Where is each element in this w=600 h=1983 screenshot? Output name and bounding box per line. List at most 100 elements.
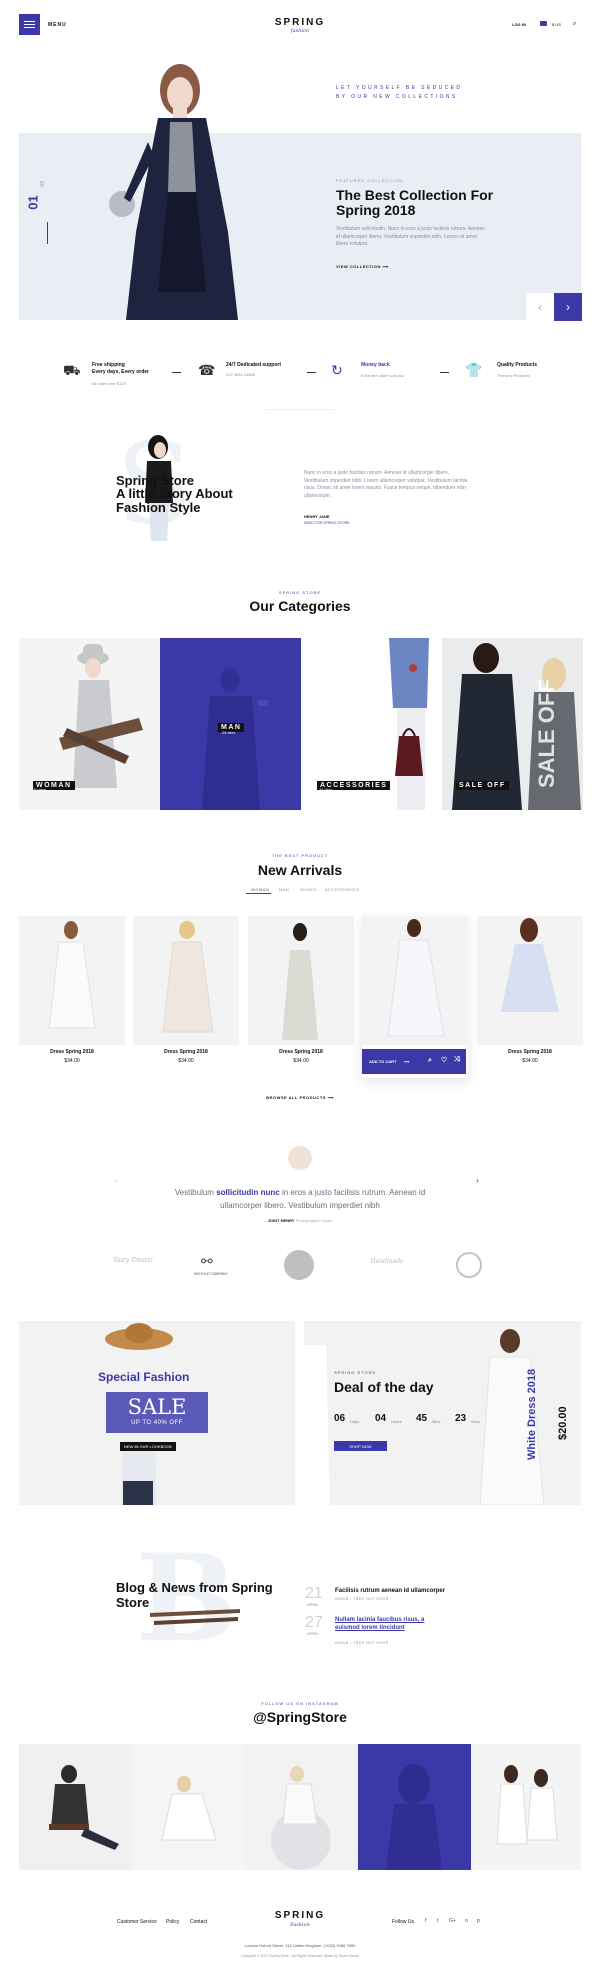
search-icon[interactable]: ⌕ bbox=[573, 21, 576, 28]
google-plus-icon[interactable]: G+ bbox=[449, 1918, 456, 1924]
instagram-handle[interactable]: @SpringStore bbox=[0, 1709, 600, 1725]
tab-man[interactable]: MAN bbox=[279, 887, 289, 892]
tab-accessories[interactable]: ACCESSORIES bbox=[325, 887, 359, 892]
browse-all-link[interactable]: BROWSE ALL PRODUCTS ⟶ bbox=[0, 1095, 600, 1100]
footer-link-policy[interactable]: Policy bbox=[166, 1919, 179, 1925]
footer-logo[interactable]: SPRING bbox=[250, 1910, 350, 1921]
currency-selector[interactable]: $ US bbox=[552, 22, 561, 27]
add-to-cart-button[interactable]: ADD TO CART ⟶ ⌕ ♡ ⤨ bbox=[362, 1049, 466, 1074]
feature-title: 24/7 Dedicated support bbox=[226, 362, 282, 368]
countdown-days-unit: Days bbox=[350, 1419, 360, 1424]
instagram-icon[interactable]: o bbox=[465, 1918, 468, 1924]
about-text: Nunc in eros a justo facilisis rutrum. A… bbox=[304, 470, 468, 499]
slide-indicator-line bbox=[47, 222, 48, 244]
post-day: 21 bbox=[305, 1585, 323, 1602]
product-price: $34.00 bbox=[178, 1058, 194, 1064]
category-count: 25 Item bbox=[222, 730, 236, 735]
footer-address: London Oxford Street, 012 United Kingdom… bbox=[244, 1943, 356, 1948]
heart-icon[interactable]: ♡ bbox=[441, 1056, 447, 1064]
product-price: $34.00 bbox=[293, 1058, 309, 1064]
compare-icon[interactable]: ⤨ bbox=[454, 1056, 460, 1064]
instagram-photo-image bbox=[161, 1776, 217, 1841]
post-month: APRIL bbox=[307, 1602, 319, 1607]
lookbook-button[interactable]: NEW IN OUR LOOKBOOK bbox=[120, 1442, 177, 1451]
deal-product-name: White Dress 2018 bbox=[526, 1368, 538, 1460]
facebook-icon[interactable]: f bbox=[425, 1918, 426, 1924]
feature-title: Quality Products bbox=[497, 362, 538, 368]
next-slide-button[interactable]: › bbox=[554, 293, 582, 321]
blog-title: Blog & News from Spring Store bbox=[116, 1580, 273, 1610]
product-card[interactable]: Dress Spring 2018 $34.00 bbox=[477, 916, 583, 1078]
product-price: $34.00 bbox=[522, 1058, 538, 1064]
product-name: Dress Spring 2018 bbox=[508, 1049, 552, 1055]
slide-total: 03 bbox=[39, 181, 46, 187]
header: MENU SPRING fashion LOG IN $ US ⌕ bbox=[0, 0, 600, 52]
refresh-icon: ↻ bbox=[331, 362, 343, 378]
prev-slide-button[interactable]: ‹ bbox=[526, 293, 554, 321]
chevron-right-icon: › bbox=[566, 300, 570, 314]
footer-link-customer-service[interactable]: Customer Service bbox=[117, 1919, 157, 1925]
category-accessories[interactable]: ACCESSORIES 34 Item bbox=[301, 638, 442, 810]
arrivals-title: New Arrivals bbox=[257, 862, 343, 878]
testimonial-avatar bbox=[288, 1146, 312, 1170]
instagram-photo-image bbox=[386, 1764, 442, 1870]
product-image bbox=[248, 916, 354, 1045]
pinterest-icon[interactable]: p bbox=[477, 1918, 480, 1924]
feature-sub: 012 4534 14666 bbox=[226, 372, 255, 377]
twitter-icon[interactable]: t bbox=[437, 1918, 438, 1924]
chevron-right-icon[interactable]: › bbox=[476, 1176, 479, 1185]
follow-us-label: Follow Us bbox=[392, 1919, 414, 1925]
instagram-photo-image bbox=[496, 1765, 558, 1845]
hero-model-image bbox=[109, 64, 238, 320]
product-image bbox=[477, 916, 583, 1045]
active-tab-underline bbox=[246, 893, 271, 894]
arrow-right-icon: ⟶ bbox=[327, 1095, 334, 1100]
flag-icon[interactable] bbox=[540, 21, 547, 26]
tab-shoes[interactable]: SHOES bbox=[300, 887, 317, 892]
product-card[interactable]: Dress Spring 2018 $34.00 bbox=[248, 916, 354, 1078]
feature-sub: The best Products bbox=[497, 373, 530, 378]
post-title[interactable]: Facilisis rutrum aenean id ullamcorper bbox=[335, 1587, 475, 1595]
deal-kicker: SPRING STORE bbox=[334, 1370, 377, 1375]
product-name: Dress Spring 2018 bbox=[50, 1049, 94, 1055]
sale-text: SALE bbox=[127, 1395, 187, 1419]
tab-woman[interactable]: WOMAN bbox=[251, 887, 270, 892]
brand-logo bbox=[456, 1252, 482, 1278]
countdown-mins: 45 bbox=[416, 1413, 428, 1424]
product-card[interactable]: Dress Spring 2018 $34.00 bbox=[133, 916, 239, 1078]
footer-logo-subtitle: Fashion bbox=[290, 1922, 310, 1928]
view-collection-link[interactable]: VIEW COLLECTION ⟶ bbox=[336, 264, 389, 269]
category-count: 34 Item bbox=[319, 787, 333, 792]
testimonial-text: Vestibulum sollicitudin nunc in eros a j… bbox=[170, 1186, 430, 1212]
testimonial-text-pre: Vestibulum bbox=[174, 1188, 217, 1197]
instagram-photo[interactable] bbox=[358, 1744, 471, 1870]
bicycle-icon: ⚯ bbox=[201, 1253, 213, 1269]
countdown-mins-unit: Mins bbox=[432, 1419, 441, 1424]
hero-tagline-1: LET YOURSELF BE SEDUCED bbox=[336, 85, 463, 91]
sale-big-text: SALE OFF bbox=[534, 679, 559, 788]
instagram-photo[interactable] bbox=[245, 1744, 358, 1870]
menu-button[interactable] bbox=[19, 14, 40, 35]
instagram-photo[interactable] bbox=[19, 1744, 132, 1870]
logo[interactable]: SPRING bbox=[250, 17, 350, 28]
chevron-left-icon: ‹ bbox=[538, 300, 542, 314]
instagram-photo[interactable] bbox=[132, 1744, 245, 1870]
shop-now-button[interactable]: SHOP NOW bbox=[334, 1441, 387, 1451]
instagram-photo[interactable] bbox=[471, 1744, 581, 1870]
search-icon[interactable]: ⌕ bbox=[428, 1057, 432, 1065]
login-link[interactable]: LOG IN bbox=[512, 22, 526, 27]
instagram-kicker: FOLLOW US ON INSTAGRAM bbox=[261, 1701, 339, 1706]
slide-number: 01 bbox=[25, 195, 41, 210]
post-title[interactable]: Nullam lacinia faucibus risus, a euismod… bbox=[335, 1616, 435, 1632]
post-month: APRIL bbox=[307, 1631, 319, 1636]
about-author: HENRY JANE bbox=[304, 514, 330, 519]
hero-tagline-2: BY OUR NEW COLLECTIONS bbox=[336, 94, 458, 100]
product-card[interactable]: Dress Spring 2018 $34.00 bbox=[19, 916, 125, 1078]
chevron-left-icon[interactable]: ‹ bbox=[115, 1176, 118, 1185]
category-man[interactable]: MAN 25 Item bbox=[160, 638, 301, 810]
deal-of-day-banner bbox=[304, 1321, 581, 1505]
category-woman[interactable]: WOMAN 20 Item bbox=[19, 638, 160, 810]
footer-link-contact[interactable]: Contact bbox=[190, 1919, 207, 1925]
product-image bbox=[133, 916, 239, 1045]
category-sale-off[interactable]: SALE OFF SALE OFF bbox=[442, 638, 583, 810]
